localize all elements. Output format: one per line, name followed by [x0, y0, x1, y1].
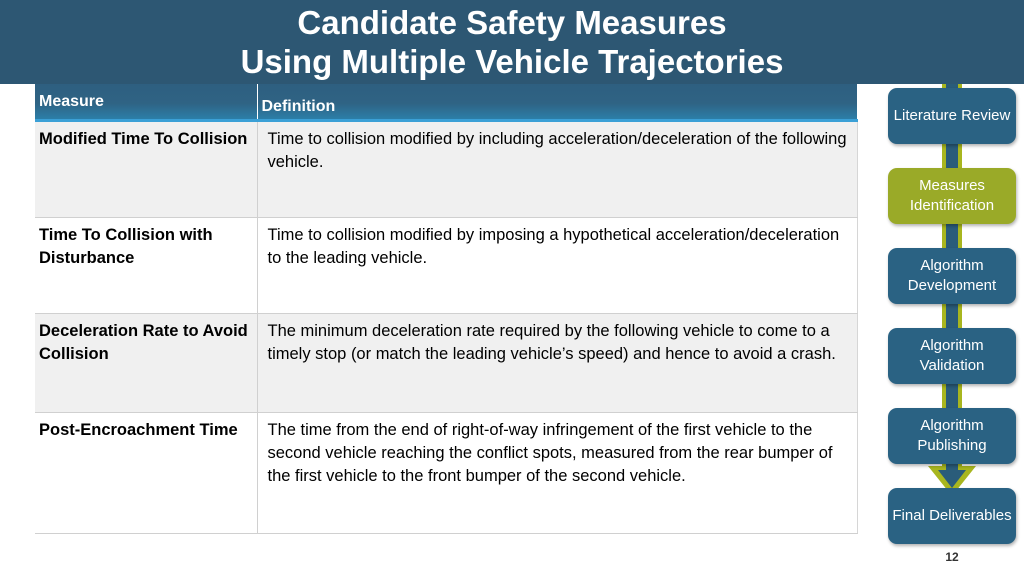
- cell-measure: Time To Collision with Disturbance: [35, 217, 258, 314]
- flow-step-label: Measures Identification: [909, 177, 995, 214]
- flow-step-label: Literature Review: [893, 107, 1011, 124]
- flow-step-algorithm-validation[interactable]: Algorithm Validation: [888, 328, 1016, 384]
- cell-definition: Time to collision modified by including …: [257, 120, 858, 218]
- column-header-measure: Measure: [35, 84, 258, 122]
- flow-step-algorithm-publishing[interactable]: Algorithm Publishing: [888, 408, 1016, 464]
- flow-step-label: Algorithm Validation: [919, 337, 985, 374]
- slide-title-banner: Candidate Safety Measures Using Multiple…: [0, 0, 1024, 84]
- flow-step-label: Final Deliverables: [892, 507, 1012, 524]
- page-title-line-1: Candidate Safety Measures: [297, 4, 727, 41]
- table-header-row: Measure Definition: [35, 84, 857, 122]
- flow-step-algorithm-development[interactable]: Algorithm Development: [888, 248, 1016, 304]
- table-header: Measure Definition: [35, 84, 857, 122]
- cell-measure: Deceleration Rate to Avoid Collision: [35, 313, 258, 413]
- column-header-definition: Definition: [257, 84, 857, 122]
- table-row: Deceleration Rate to Avoid Collision The…: [35, 313, 858, 413]
- candidate-safety-measures-table: Measure Definition Modified Time To Coll…: [35, 84, 858, 534]
- flow-step-final-deliverables[interactable]: Final Deliverables: [888, 488, 1016, 544]
- table-row: Post-Encroachment Time The time from the…: [35, 412, 858, 534]
- cell-definition: The time from the end of right-of-way in…: [257, 412, 858, 534]
- page-number: 12: [945, 550, 959, 564]
- flow-step-label: Algorithm Development: [907, 257, 997, 294]
- page-title-line-2: Using Multiple Vehicle Trajectories: [240, 43, 784, 80]
- page-title: Candidate Safety Measures Using Multiple…: [0, 0, 1024, 81]
- project-workflow-flowchart: Literature Review Measures Identificatio…: [880, 82, 1024, 564]
- cell-definition: The minimum deceleration rate required b…: [257, 313, 858, 413]
- cell-definition: Time to collision modified by imposing a…: [257, 217, 858, 314]
- table-row: Time To Collision with Disturbance Time …: [35, 217, 858, 314]
- table-body: Modified Time To Collision Time to colli…: [35, 120, 858, 534]
- cell-measure: Post-Encroachment Time: [35, 412, 258, 534]
- table-row: Modified Time To Collision Time to colli…: [35, 120, 858, 218]
- flow-step-label: Algorithm Publishing: [917, 417, 987, 454]
- flow-step-measures-identification[interactable]: Measures Identification: [888, 168, 1016, 224]
- flow-step-literature-review[interactable]: Literature Review: [888, 88, 1016, 144]
- cell-measure: Modified Time To Collision: [35, 120, 258, 218]
